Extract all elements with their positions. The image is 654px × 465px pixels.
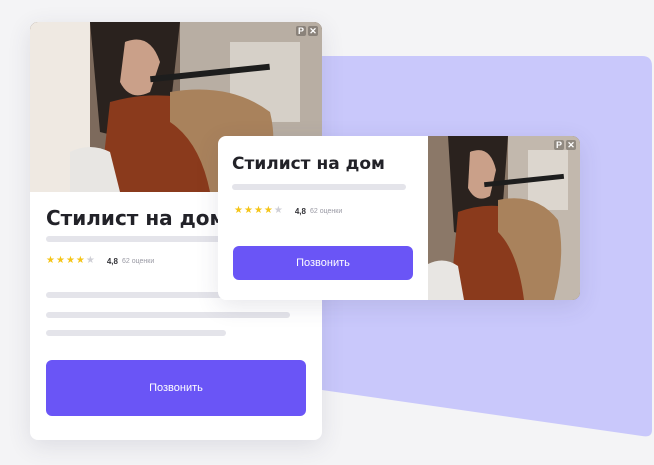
stars-rating: ★ ★ ★ ★ ★ (46, 256, 95, 266)
rating: ★ ★ ★ ★ ★ 4,8 62 оценки (234, 206, 342, 216)
star-icon: ★ (243, 205, 253, 216)
small-ad-card[interactable]: Стилист на дом ★ ★ ★ ★ ★ 4,8 62 оценки П… (218, 136, 580, 300)
ad-title: Стилист на дом (232, 154, 385, 174)
placeholder-line (46, 312, 290, 318)
call-button[interactable]: Позвонить (46, 360, 306, 416)
ad-title: Стилист на дом (46, 206, 226, 230)
close-icon[interactable]: ✕ (566, 140, 576, 150)
stars-rating: ★ ★ ★ ★ ★ (234, 206, 283, 216)
ad-badge: P (554, 140, 564, 150)
placeholder-line (232, 184, 406, 190)
rating-count: 62 оценки (121, 257, 155, 265)
star-icon: ★ (65, 255, 75, 266)
rating-count: 62 оценки (309, 207, 343, 215)
ad-mark: P ✕ (554, 140, 576, 150)
close-icon[interactable]: ✕ (308, 26, 318, 36)
star-icon: ★ (234, 205, 243, 216)
star-icon: ★ (75, 255, 85, 266)
star-empty-icon: ★ (85, 255, 95, 266)
ad-badge: P (296, 26, 306, 36)
star-icon: ★ (263, 205, 273, 216)
ad-mark: P ✕ (296, 26, 318, 36)
placeholder-line (46, 330, 226, 336)
rating-score: 4,8 (294, 206, 306, 216)
rating: ★ ★ ★ ★ ★ 4,8 62 оценки (46, 256, 154, 266)
star-icon: ★ (253, 205, 263, 216)
star-empty-icon: ★ (273, 205, 283, 216)
rating-score: 4,8 (106, 256, 118, 266)
star-icon: ★ (55, 255, 65, 266)
hairstylist-photo: P ✕ (428, 136, 580, 300)
star-icon: ★ (46, 255, 55, 266)
ad-preview-canvas: P ✕ Стилист на дом ★ ★ ★ ★ ★ 4,8 62 оцен… (0, 0, 654, 465)
call-button[interactable]: Позвонить (233, 246, 413, 280)
